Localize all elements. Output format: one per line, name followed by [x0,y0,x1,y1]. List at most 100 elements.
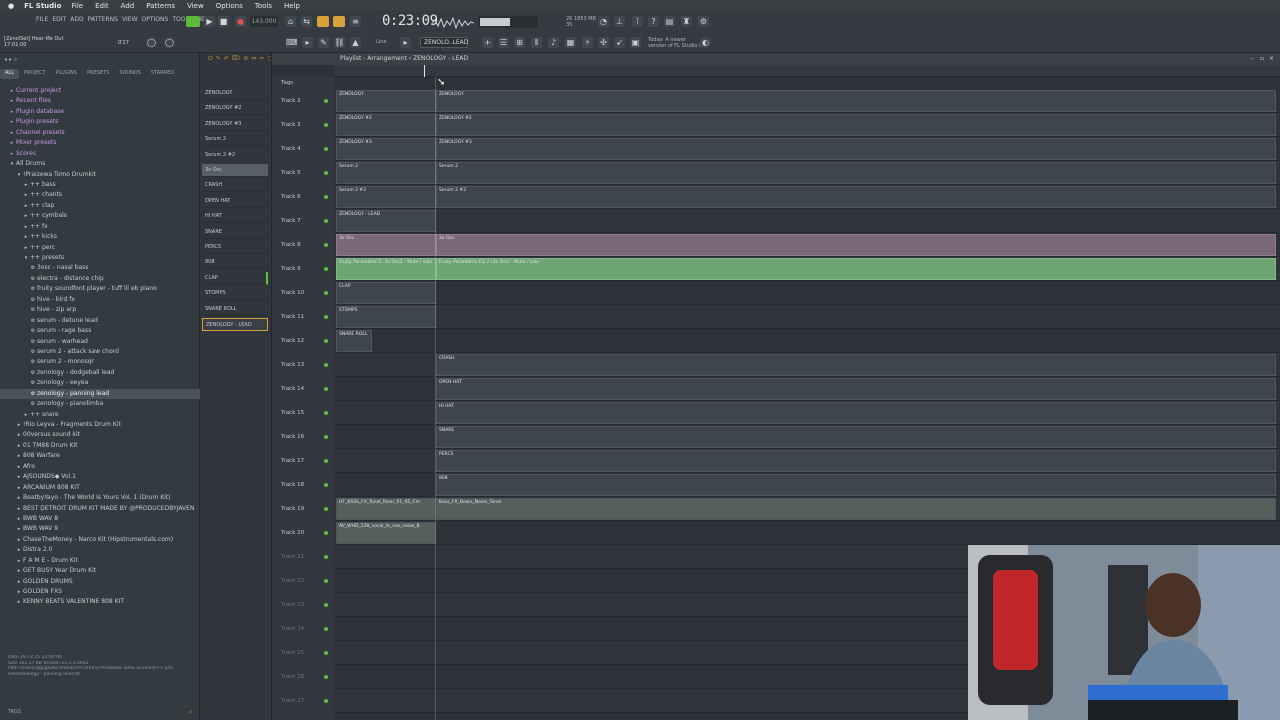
browser-item[interactable]: ▸ ++ cymbals [0,211,200,221]
slice-icon[interactable]: ✂ [259,55,264,65]
channel-rack-icon[interactable]: ⊞ [514,37,525,48]
track-lane[interactable]: ZENOLOGY - LEAD [334,209,1280,233]
track-lane[interactable]: Serum 2 #2 Serum 2 #2 [334,185,1280,209]
draw-icon[interactable]: ✎ [216,55,221,65]
browser-item[interactable]: ▸ ++ chants [0,190,200,200]
picker-item[interactable]: 3x Osc [202,164,268,177]
track-label[interactable]: Track 27 [281,689,321,713]
browser-item[interactable]: ▸ BWB WAV 9 [0,524,200,534]
pattern-clip[interactable]: Serum 2 #2 [336,186,436,208]
fl-menu-add[interactable]: ADD [70,16,83,23]
play-button[interactable]: ▶ [204,16,215,27]
track-mute-led[interactable] [324,603,328,607]
menubar-item-help[interactable]: Help [284,2,300,10]
fl-menu-edit[interactable]: EDIT [52,16,66,23]
browser-item[interactable]: ▸ ARCANIUM 808 KIT [0,483,200,493]
track-label[interactable]: Track 15 [281,401,321,425]
wait-icon[interactable]: ⇆ [301,16,312,27]
track-lane[interactable]: Serum 2 Serum 2 [334,161,1280,185]
browser-tab-all[interactable]: ALL [0,69,19,79]
track-lane[interactable]: ZENOLOGY #3 ZENOLOGY #3 [334,137,1280,161]
browser-view-icon[interactable]: ▦ [565,37,576,48]
close-icon[interactable]: × [1269,53,1274,65]
browser-icon[interactable]: ▤ [664,16,675,27]
slip-icon[interactable]: ⇔ [251,55,256,65]
browser-item[interactable]: ⚙ serum - warhead [0,337,200,347]
track-mute-led[interactable] [324,531,328,535]
track-mute-led[interactable] [324,195,328,199]
picker-item[interactable]: 808 [202,256,268,270]
track-lane[interactable]: HT_KSSS_FX_Tonal_Riser_01_95_Cm Bass_FX_D… [334,497,1280,521]
track-mute-led[interactable] [324,267,328,271]
draw-tool-icon[interactable]: ✎ [318,37,329,48]
menubar-item-edit[interactable]: Edit [95,2,109,10]
track-mute-led[interactable] [324,483,328,487]
pattern-clip[interactable]: PERCS [436,450,1276,472]
track-lane[interactable]: 3x Osc 3x Osc [334,233,1280,257]
picker-item[interactable]: CLAP [202,271,268,285]
tuner-icon[interactable]: ⊺ [632,16,643,27]
track-mute-led[interactable] [324,147,328,151]
picker-item[interactable]: ZENOLOGY - LEAD [202,318,268,331]
browser-item[interactable]: ▸ AJSOUNDS◆ Vol.1 [0,472,200,482]
browser-item[interactable]: ▸ ++ kicks [0,232,200,242]
track-label[interactable]: Track 11 [281,305,321,329]
menubar-item-view[interactable]: View [187,2,204,10]
pattern-clip[interactable]: ZENOLOGY #3 [436,138,1276,160]
menubar-item-patterns[interactable]: Patterns [146,2,175,10]
track-lane[interactable]: PERCS [334,449,1280,473]
track-label[interactable]: Track 6 [281,185,321,209]
track-mute-led[interactable] [324,507,328,511]
settings-icon[interactable]: ⚙ [698,16,709,27]
fl-menu-patterns[interactable]: PATTERNS [88,16,118,23]
browser-item[interactable]: ▸ Distra 2.0 [0,545,200,555]
browser-item[interactable]: ⚙ 3osc - nasal bass [0,263,200,273]
step-edit-icon[interactable]: ≡ [350,16,361,27]
track-lane[interactable]: ZENOLOGY #2 ZENOLOGY #2 [334,113,1280,137]
track-label[interactable]: Track 26 [281,665,321,689]
track-mute-led[interactable] [324,699,328,703]
track-lane[interactable]: ZENOLOGY ZENOLOGY [334,89,1280,113]
menubar-item-add[interactable]: Add [121,2,135,10]
browser-item[interactable]: ▸ ++ snare [0,410,200,420]
keyboard-icon[interactable]: ⌨ [286,37,298,48]
picker-item[interactable]: PERCS [202,241,268,254]
pattern-clip[interactable]: OPEN HAT [436,378,1276,400]
pattern-clip[interactable]: HI HAT [436,402,1276,424]
track-lane[interactable]: HI HAT [334,401,1280,425]
track-label[interactable]: Track 13 [281,353,321,377]
browser-item[interactable]: ▸ KENNY BEATS VALENTINE 808 KIT [0,597,200,607]
picker-item[interactable]: CRASH [202,179,268,193]
browser-item[interactable]: ▸ Plugin presets [0,117,200,127]
search-bottom-icon[interactable]: ⌕ [189,709,192,715]
browser-item[interactable]: ▸ GET BUSY Year Drum Kit [0,566,200,576]
piano-roll-icon[interactable]: ♪ [548,37,559,48]
track-mute-led[interactable] [324,675,328,679]
pattern-clip[interactable]: Serum 2 [336,162,436,184]
browser-item[interactable]: ⚙ serum 2 - attack saw chord [0,347,200,357]
browser-item[interactable]: ▸ 00versus sound kit [0,430,200,440]
pattern-clip[interactable]: ZENOLOGY [336,90,436,112]
add-pattern-icon[interactable]: + [482,37,493,48]
countdown-toggle[interactable] [317,16,329,27]
track-label[interactable]: Track 18 [281,473,321,497]
cpu-icon[interactable]: ◔ [598,16,609,27]
delete-icon[interactable]: ⌦ [232,55,240,65]
picker-item[interactable]: ZENOLOGY #2 [202,102,268,116]
playlist-icon[interactable]: ☰ [498,37,509,48]
pattern-clip[interactable]: 3x Osc [436,234,1276,256]
track-mute-led[interactable] [324,435,328,439]
track-label[interactable]: Track 23 [281,593,321,617]
browser-item[interactable]: ▸ !Rio Leyva - Fragments Drum Kit [0,420,200,430]
pattern-clip[interactable]: ZENOLOGY #3 [336,138,436,160]
metronome-small-icon[interactable]: ▲ [350,37,361,48]
browser-item[interactable]: ▸ BEST DETROIT DRUM KIT MADE BY @PRODUCED… [0,504,200,514]
pattern-clip[interactable]: AV_WHD_128_vocal_fx_vox_noise_B [336,522,436,544]
timeline-ruler[interactable] [334,65,1280,77]
help-icon[interactable]: ? [648,16,659,27]
browser-item[interactable]: ⚙ zenology - pianolimba [0,399,200,409]
pattern-clip[interactable]: SNARE ROLL [336,330,372,352]
news-toggle-icon[interactable]: ◐ [700,37,711,48]
maximize-icon[interactable]: ▫ [1260,53,1264,65]
tags-label[interactable]: TAGS [8,709,21,715]
